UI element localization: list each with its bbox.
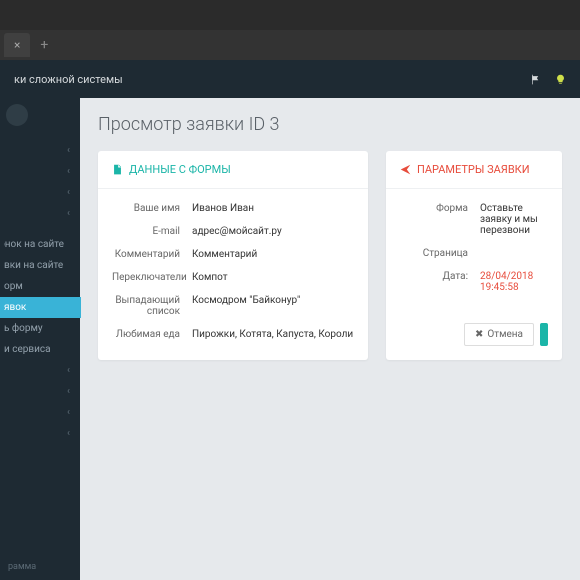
page-title: Просмотр заявки ID 3	[98, 114, 562, 135]
sidebar-item-label: вки на сайте	[4, 260, 70, 271]
panels: ДАННЫЕ С ФОРМЫ Ваше имяИванов ИванE-mail…	[98, 151, 562, 360]
sidebar-item-label: явок	[4, 302, 71, 313]
param-row: ФормаОставьте заявку и мы перезвони	[400, 197, 548, 242]
header-title: ки сложной системы	[14, 73, 123, 86]
param-row: Дата:28/04/2018 19:45:58	[400, 265, 548, 299]
sidebar-item[interactable]: вки на сайте	[0, 255, 80, 276]
chevron-left-icon: ‹	[67, 428, 70, 439]
sidebar-item-label: вонок на сайте	[4, 239, 70, 250]
sidebar-item[interactable]: ь форму	[0, 318, 80, 339]
field-label: Любимая еда	[112, 329, 192, 340]
chevron-left-icon: ‹	[67, 166, 70, 177]
chevron-left-icon: ‹	[67, 365, 70, 376]
sidebar-item[interactable]: ‹	[0, 203, 80, 224]
main-content: Просмотр заявки ID 3 ДАННЫЕ С ФОРМЫ Ваше…	[80, 98, 580, 580]
sidebar-item[interactable]: ‹	[0, 182, 80, 203]
form-row: ПереключателиКомпот	[112, 266, 354, 289]
sidebar-item-label: орм	[4, 281, 70, 292]
field-value: Пирожки, Котята, Капуста, Короли	[192, 329, 354, 340]
cancel-label: Отмена	[487, 329, 523, 340]
sidebar-item[interactable]: ‹	[0, 360, 80, 381]
param-row: Страница	[400, 242, 548, 265]
sidebar: ‹ ‹ ‹ ‹ вонок на сайте вки на сайте орм явок ь ф…	[0, 98, 80, 580]
field-value: Иванов Иван	[192, 203, 354, 214]
field-value: Комментарий	[192, 249, 354, 260]
sidebar-item[interactable]: ‹	[0, 161, 80, 182]
field-value: Космодром "Байконур"	[192, 295, 354, 306]
field-value: Компот	[192, 272, 354, 283]
params-panel: ПАРАМЕТРЫ ЗАЯВКИ ФормаОставьте заявку и …	[386, 151, 562, 360]
os-titlebar	[0, 0, 580, 30]
chevron-left-icon: ‹	[67, 208, 70, 219]
sidebar-item[interactable]: вонок на сайте	[0, 234, 80, 255]
bulb-icon[interactable]	[555, 74, 566, 85]
field-label: Переключатели	[112, 272, 192, 283]
avatar[interactable]	[6, 104, 28, 126]
sidebar-footer: рамма	[0, 554, 80, 580]
sidebar-item[interactable]: орм	[0, 276, 80, 297]
sidebar-item[interactable]	[0, 224, 80, 234]
field-label: E-mail	[112, 226, 192, 237]
document-icon	[112, 164, 123, 175]
field-value: 28/04/2018 19:45:58	[480, 271, 548, 293]
sidebar-item[interactable]: явок	[0, 297, 81, 318]
app-body: ‹ ‹ ‹ ‹ вонок на сайте вки на сайте орм явок ь ф…	[0, 98, 580, 580]
field-label: Дата:	[400, 271, 480, 282]
panel-title: ПАРАМЕТРЫ ЗАЯВКИ	[417, 163, 530, 176]
cancel-button[interactable]: ✖ Отмена	[464, 323, 534, 346]
form-data-panel: ДАННЫЕ С ФОРМЫ Ваше имяИванов ИванE-mail…	[98, 151, 368, 360]
chevron-left-icon: ‹	[67, 407, 70, 418]
sidebar-item-label: и сервиса	[4, 344, 70, 355]
sidebar-item-label: ь форму	[4, 323, 70, 334]
field-value: адрес@мойсайт.ру	[192, 226, 354, 237]
app-window: × + ки сложной системы ‹ ‹ ‹ ‹ вонок на сайт…	[0, 0, 580, 580]
new-tab-button[interactable]: +	[30, 37, 58, 53]
form-row: Любимая едаПирожки, Котята, Капуста, Кор…	[112, 323, 354, 346]
browser-tab[interactable]: ×	[4, 33, 30, 57]
browser-tabbar: × +	[0, 30, 580, 60]
field-label: Выпадающий список	[112, 295, 192, 317]
close-icon[interactable]: ×	[14, 38, 20, 52]
field-label: Страница	[400, 248, 480, 259]
sidebar-item[interactable]: ‹	[0, 402, 80, 423]
sidebar-item[interactable]: ‹	[0, 140, 80, 161]
field-label: Комментарий	[112, 249, 192, 260]
sidebar-item[interactable]: ‹	[0, 423, 80, 444]
confirm-button[interactable]	[540, 323, 548, 346]
form-row: Выпадающий списокКосмодром "Байконур"	[112, 289, 354, 323]
sidebar-item[interactable]: ‹	[0, 381, 80, 402]
field-label: Форма	[400, 203, 480, 214]
field-value: Оставьте заявку и мы перезвони	[480, 203, 548, 236]
chevron-left-icon: ‹	[67, 145, 70, 156]
panel-title: ДАННЫЕ С ФОРМЫ	[129, 163, 231, 176]
form-row: Ваше имяИванов Иван	[112, 197, 354, 220]
flag-icon[interactable]	[530, 74, 541, 85]
header-icons	[530, 74, 566, 85]
send-icon	[400, 164, 411, 175]
panel-header: ДАННЫЕ С ФОРМЫ	[98, 151, 368, 189]
chevron-left-icon: ‹	[67, 386, 70, 397]
chevron-left-icon: ‹	[67, 187, 70, 198]
sidebar-item[interactable]: и сервиса	[0, 339, 80, 360]
panel-header: ПАРАМЕТРЫ ЗАЯВКИ	[386, 151, 562, 189]
x-icon: ✖	[475, 329, 483, 340]
field-label: Ваше имя	[112, 203, 192, 214]
form-row: КомментарийКомментарий	[112, 243, 354, 266]
form-row: E-mailадрес@мойсайт.ру	[112, 220, 354, 243]
app-header: ки сложной системы	[0, 60, 580, 98]
